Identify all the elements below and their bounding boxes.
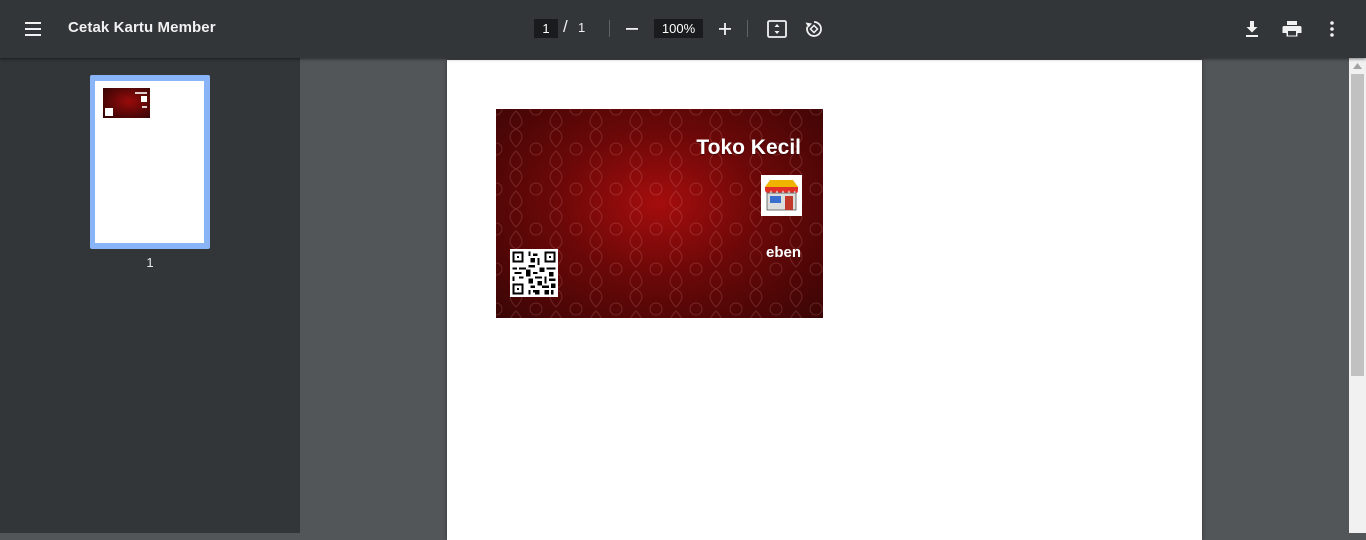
thumbnail-card-preview bbox=[103, 88, 150, 118]
scrollbar-thumb[interactable] bbox=[1351, 74, 1364, 376]
document-title: Cetak Kartu Member bbox=[68, 19, 216, 36]
member-card: Toko Kecil eben bbox=[496, 109, 823, 318]
fit-to-page-icon[interactable] bbox=[766, 18, 788, 40]
download-icon[interactable] bbox=[1241, 18, 1263, 40]
zoom-level-input[interactable]: 100% bbox=[654, 19, 703, 38]
qr-code-icon bbox=[510, 249, 558, 297]
toolbar-divider bbox=[747, 20, 748, 37]
page-separator: / bbox=[563, 17, 568, 36]
pdf-toolbar: Cetak Kartu Member 1 / 1 100% bbox=[0, 0, 1366, 58]
member-name: eben bbox=[765, 244, 801, 261]
pdf-page: Toko Kecil eben bbox=[447, 60, 1202, 540]
toolbar-divider bbox=[609, 20, 610, 37]
print-icon[interactable] bbox=[1281, 18, 1303, 40]
vertical-scrollbar[interactable] bbox=[1349, 58, 1366, 533]
thumbnail-page-number: 1 bbox=[146, 255, 154, 270]
page-number-input[interactable]: 1 bbox=[534, 19, 558, 38]
page-thumbnail[interactable] bbox=[90, 75, 210, 249]
thumbnail-sidebar: 1 bbox=[0, 58, 300, 533]
scroll-up-arrow-icon[interactable] bbox=[1349, 58, 1366, 73]
hamburger-menu-icon[interactable] bbox=[18, 15, 50, 43]
plus-icon[interactable] bbox=[715, 19, 735, 39]
thumbnail-page-preview bbox=[95, 81, 204, 243]
store-name: Toko Kecil bbox=[696, 136, 801, 159]
more-vertical-icon[interactable] bbox=[1321, 18, 1343, 40]
minus-icon[interactable] bbox=[622, 19, 642, 39]
total-pages: 1 bbox=[578, 20, 586, 35]
rotate-counterclockwise-icon[interactable] bbox=[803, 18, 825, 40]
store-logo-icon bbox=[761, 175, 802, 216]
